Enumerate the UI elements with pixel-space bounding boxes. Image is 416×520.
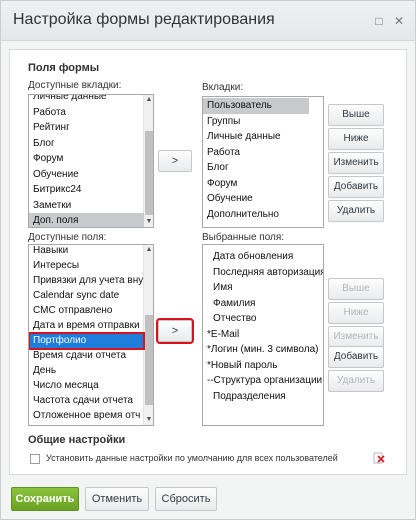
scroll-down-icon[interactable]: ▼ — [144, 415, 153, 425]
list-item[interactable]: Дата и время отправки — [29, 318, 144, 334]
list-item[interactable]: Дата обновления — [203, 249, 323, 265]
list-item[interactable]: Частота сдачи отчета — [29, 393, 144, 409]
tab-add-button[interactable]: Добавить — [328, 176, 384, 198]
list-item[interactable]: *Логин (мин. 3 символа) — [203, 342, 323, 358]
list-item[interactable]: Работа — [29, 105, 144, 121]
save-button[interactable]: Сохранить — [11, 487, 79, 511]
add-tab-arrow-button[interactable]: > — [158, 150, 192, 172]
list-item[interactable]: Число месяца — [29, 378, 144, 394]
list-item[interactable]: Обучение — [203, 191, 309, 207]
list-item[interactable]: Личные данные — [203, 129, 309, 145]
scroll-thumb[interactable] — [145, 131, 153, 215]
general-settings-section-title: Общие настройки — [28, 434, 126, 446]
reset-button[interactable]: Сбросить — [155, 487, 217, 511]
dialog-content: Поля формы Доступные вкладки: ▲ ▼ Личные… — [9, 49, 407, 475]
list-item[interactable]: Отложенное время отч — [29, 408, 144, 424]
available-tabs-listbox[interactable]: ▲ ▼ Личные данные Работа Рейтинг Блог Форум О… — [28, 94, 154, 228]
list-item[interactable]: Привязки для учета вну — [29, 273, 144, 289]
field-edit-button[interactable]: Изменить — [328, 326, 384, 348]
scroll-thumb[interactable] — [145, 315, 153, 405]
add-field-arrow-button[interactable]: > — [156, 318, 194, 344]
list-item[interactable]: Рейтинг — [29, 120, 144, 136]
list-item[interactable]: Навыки — [29, 245, 144, 259]
cancel-button[interactable]: Отменить — [85, 487, 149, 511]
list-item[interactable]: Блог — [29, 136, 144, 152]
dialog-title: Настройка формы редактирования — [13, 11, 275, 28]
tabs-listbox[interactable]: Пользователь Группы Личные данные Работа Бло… — [202, 96, 324, 228]
available-tabs-label: Доступные вкладки: — [28, 80, 122, 91]
tab-down-button[interactable]: Ниже — [328, 128, 384, 150]
list-item[interactable]: Интересы — [29, 258, 144, 274]
list-item[interactable]: Фамилия — [203, 296, 323, 312]
list-item[interactable]: Обучение — [29, 167, 144, 183]
tab-up-button[interactable]: Выше — [328, 104, 384, 126]
list-item[interactable]: Блог — [203, 160, 309, 176]
default-settings-checkbox[interactable] — [30, 454, 40, 464]
tab-delete-button[interactable]: Удалить — [328, 200, 384, 222]
list-item[interactable]: Дополнительно — [203, 207, 309, 223]
scroll-up-icon[interactable]: ▲ — [144, 95, 153, 105]
list-item[interactable]: *Новый пароль — [203, 358, 323, 374]
default-settings-checkbox-label[interactable]: Установить данные настройки по умолчанию… — [46, 453, 338, 463]
scroll-up-icon[interactable]: ▲ — [144, 245, 153, 255]
list-item[interactable]: Форум — [203, 176, 309, 192]
list-item[interactable]: Личные данные — [29, 95, 144, 105]
field-add-button[interactable]: Добавить — [328, 346, 384, 368]
delete-settings-icon[interactable] — [373, 452, 385, 464]
list-item[interactable]: СМС отправлено — [29, 303, 144, 319]
selected-fields-listbox[interactable]: Дата обновления Последняя авторизация Имя Ф… — [202, 244, 324, 426]
list-item[interactable]: Портфолио — [29, 332, 145, 350]
list-item[interactable]: Подразделения — [203, 389, 323, 405]
available-fields-label: Доступные поля: — [28, 232, 107, 243]
tabs-label: Вкладки: — [202, 82, 244, 93]
list-item[interactable]: *E-Mail — [203, 327, 323, 343]
list-item[interactable]: Пользователь — [203, 98, 309, 114]
list-item[interactable]: Работа — [203, 145, 309, 161]
field-down-button[interactable]: Ниже — [328, 302, 384, 324]
list-item[interactable]: День — [29, 363, 144, 379]
list-item[interactable]: Время сдачи отчета — [29, 348, 144, 364]
available-tabs-scrollbar[interactable]: ▲ ▼ — [143, 95, 153, 227]
field-delete-button[interactable]: Удалить — [328, 370, 384, 392]
list-item[interactable]: Доп. поля — [29, 213, 144, 227]
tab-edit-button[interactable]: Изменить — [328, 152, 384, 174]
selected-fields-label: Выбранные поля: — [202, 232, 285, 243]
field-up-button[interactable]: Выше — [328, 278, 384, 300]
available-fields-scrollbar[interactable]: ▲ ▼ — [143, 245, 153, 425]
edit-form-settings-dialog: Настройка формы редактирования □ ✕ Поля … — [0, 0, 416, 520]
dialog-titlebar[interactable]: Настройка формы редактирования □ ✕ — [1, 1, 415, 41]
list-item[interactable]: Имя — [203, 280, 323, 296]
available-fields-listbox[interactable]: ▲ ▼ Навыки Интересы Привязки для учета вну… — [28, 244, 154, 426]
list-item[interactable]: --Структура организации — [203, 373, 323, 389]
close-icon[interactable]: ✕ — [391, 13, 407, 29]
list-item[interactable]: Последняя авторизация — [203, 265, 323, 281]
list-item[interactable]: Отчество — [203, 311, 323, 327]
list-item[interactable]: Заметки — [29, 198, 144, 214]
maximize-icon[interactable]: □ — [371, 13, 387, 29]
list-item[interactable]: Битрикс24 — [29, 182, 144, 198]
scroll-down-icon[interactable]: ▼ — [144, 217, 153, 227]
list-item[interactable]: Форум — [29, 151, 144, 167]
form-fields-section-title: Поля формы — [28, 62, 100, 74]
list-item[interactable]: Группы — [203, 114, 309, 130]
list-item[interactable]: Calendar sync date — [29, 288, 144, 304]
